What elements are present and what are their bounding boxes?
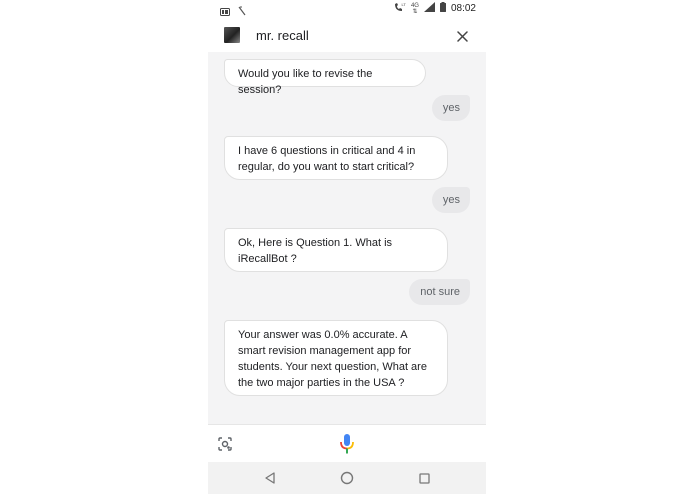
lens-icon	[218, 437, 232, 451]
wifi-calling-icon: LTE	[394, 2, 409, 15]
bot-message: Your answer was 0.0% accurate. A smart r…	[224, 320, 448, 396]
svg-text:LTE: LTE	[401, 2, 406, 7]
user-message: yes	[432, 95, 470, 121]
chat-thread[interactable]: Would you like to revise the session? ye…	[208, 52, 486, 424]
mic-icon	[340, 434, 354, 454]
status-bar: LTE 4G ⇅ 08:02	[208, 0, 486, 18]
input-bar	[208, 424, 486, 462]
user-message: yes	[432, 187, 470, 213]
phone-screen: LTE 4G ⇅ 08:02 mr. recall Would you like…	[208, 0, 486, 494]
recents-icon	[418, 472, 430, 484]
call-indicator-icon	[238, 3, 246, 21]
bot-message: Would you like to revise the session?	[224, 59, 426, 96]
clock: 08:02	[450, 3, 476, 14]
mic-button[interactable]	[339, 433, 355, 455]
close-button[interactable]	[452, 26, 472, 46]
network-type: 4G ⇅	[410, 2, 419, 15]
close-icon	[456, 30, 468, 42]
user-message: not sure	[409, 279, 470, 305]
signal-icon	[423, 2, 435, 15]
home-button[interactable]	[339, 470, 355, 486]
home-icon	[340, 471, 354, 485]
sim-card-icon	[220, 3, 230, 21]
back-icon	[265, 472, 275, 484]
bot-message: I have 6 questions in critical and 4 in …	[224, 136, 448, 180]
battery-icon	[439, 2, 446, 15]
recents-button[interactable]	[416, 470, 432, 486]
navigation-bar	[208, 462, 486, 494]
conversation-header: mr. recall	[208, 20, 486, 52]
avatar	[224, 27, 240, 43]
lens-button[interactable]	[217, 436, 233, 452]
back-button[interactable]	[262, 470, 278, 486]
conversation-title: mr. recall	[256, 28, 309, 43]
bot-message: Ok, Here is Question 1. What is iRecallB…	[224, 228, 448, 272]
